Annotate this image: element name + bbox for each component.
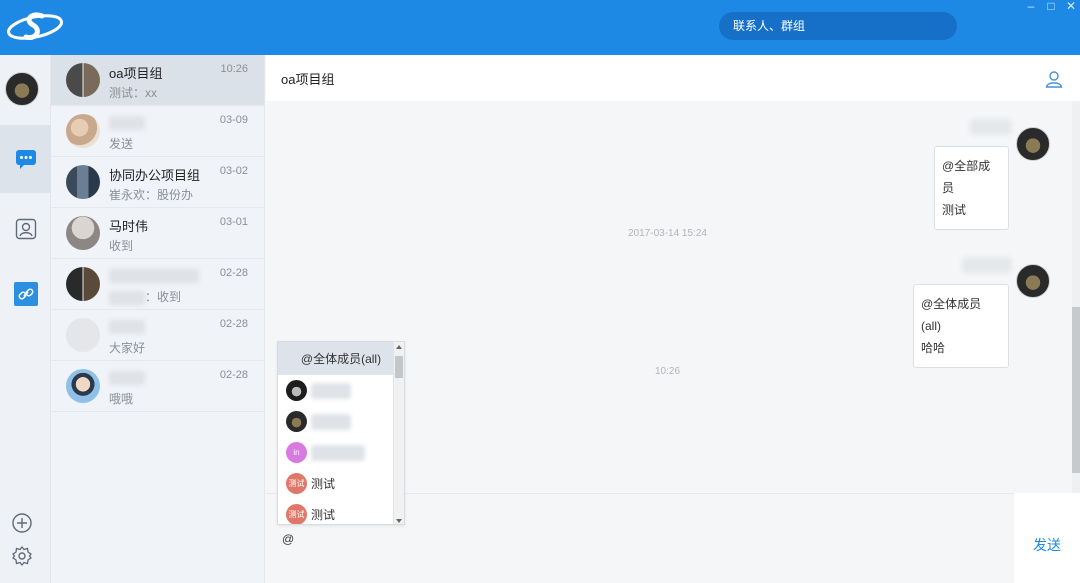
message-scrollbar[interactable]: [1072, 101, 1080, 493]
mention-label: 测试: [311, 477, 336, 491]
conversation-item[interactable]: 协同办公项目组 崔永欢：股份办 03-02: [51, 157, 264, 208]
mention-label: @全体成员(all): [300, 352, 382, 366]
mention-option[interactable]: in: [278, 437, 404, 468]
conversation-name-redacted: [109, 114, 145, 130]
conversation-name: 协同办公项目组: [109, 168, 201, 183]
group-avatar: [66, 165, 100, 199]
mention-avatar: [286, 380, 307, 401]
mention-scrollbar[interactable]: [393, 342, 404, 524]
sender-name-redacted: [962, 257, 1012, 273]
app-logo-icon: [7, 12, 63, 41]
contact-avatar: [66, 114, 100, 148]
message-bubble[interactable]: @全部成员 测试: [934, 146, 1009, 230]
contacts-icon: [15, 218, 36, 240]
mention-option[interactable]: [278, 406, 404, 437]
conversation-time: 02-28: [219, 318, 248, 330]
conversation-time: 03-09: [219, 114, 248, 126]
maximize-icon[interactable]: □: [1044, 0, 1058, 14]
group-avatar: [66, 267, 100, 301]
gear-icon[interactable]: [11, 545, 33, 567]
conversation-preview: 收到: [109, 239, 134, 253]
scroll-up-arrow-icon[interactable]: [396, 345, 402, 349]
mention-popup: @全体成员(all) in 测试 测试 测试 测试: [277, 341, 405, 525]
mention-avatar: 测试: [286, 473, 307, 494]
mention-name-redacted: [311, 382, 351, 399]
group-members-icon[interactable]: [1044, 69, 1064, 89]
title-bar: 联系人、群组 – □ ✕: [0, 0, 1080, 55]
message-bubble[interactable]: @全体成员(all) 哈哈: [913, 284, 1009, 368]
mention-option[interactable]: 测试 测试: [278, 468, 404, 499]
search-input[interactable]: 联系人、群组: [719, 12, 957, 40]
group-avatar: [66, 63, 100, 97]
conversation-name: 马时伟: [109, 219, 149, 234]
mention-avatar: [286, 411, 307, 432]
mention-avatar: 测试: [286, 504, 307, 524]
message-avatar: [1016, 127, 1050, 161]
nav-messages[interactable]: [0, 125, 51, 193]
conversation-time: 02-28: [219, 267, 248, 279]
conversation-name-redacted: [109, 369, 145, 385]
contact-avatar: [66, 216, 100, 250]
conversation-preview: 大家好: [109, 341, 146, 355]
message-avatar: [1016, 264, 1050, 298]
user-avatar[interactable]: [5, 72, 39, 106]
conversation-item[interactable]: oa项目组 测试：xx 10:26: [51, 55, 264, 106]
mention-name-redacted: [311, 413, 351, 430]
mention-name-redacted: [311, 444, 365, 461]
conversation-preview: 崔永欢：股份办: [109, 188, 194, 202]
conversation-item[interactable]: 马时伟 收到 03-01: [51, 208, 264, 259]
conversation-preview: 测试：xx: [109, 86, 158, 100]
scroll-down-arrow-icon[interactable]: [396, 519, 402, 523]
left-nav: [0, 55, 51, 583]
message-text: 测试: [942, 203, 967, 217]
link-icon: [13, 282, 38, 306]
conversation-preview: 发送: [109, 137, 134, 151]
conversation-name-redacted: [109, 267, 199, 283]
message-mention: @全体成员(all): [921, 297, 982, 333]
mention-label: 测试: [311, 508, 336, 522]
conversation-preview: ：收到: [109, 288, 181, 305]
sender-name-redacted: [970, 119, 1012, 135]
close-icon[interactable]: ✕: [1064, 0, 1078, 14]
conversation-item[interactable]: 哦哦 02-28: [51, 361, 264, 412]
conversation-time: 03-02: [219, 165, 248, 177]
mention-option[interactable]: [278, 375, 404, 406]
conversation-preview: 哦哦: [109, 392, 134, 406]
conversation-time: 03-01: [219, 216, 248, 228]
message-mention: @全部成员: [942, 159, 991, 195]
send-button[interactable]: 发送: [1033, 535, 1061, 555]
mention-avatar: in: [286, 442, 307, 463]
add-icon[interactable]: [11, 512, 33, 534]
mention-option-all[interactable]: @全体成员(all): [278, 342, 404, 375]
conversation-list: oa项目组 测试：xx 10:26 发送 03-09 协同办公项目组 崔永欢：股…: [51, 55, 265, 583]
message-timestamp: 2017-03-14 15:24: [628, 228, 707, 239]
conversation-time: 10:26: [220, 63, 248, 75]
group-avatar: [66, 318, 100, 352]
chat-header: oa项目组: [266, 55, 1080, 101]
conversation-item[interactable]: 大家好 02-28: [51, 310, 264, 361]
message-input-text[interactable]: @: [282, 532, 294, 546]
conversation-name: oa项目组: [109, 66, 163, 81]
chat-bubble-icon: [15, 150, 36, 169]
mention-option[interactable]: 测试 测试: [278, 499, 404, 524]
message-text: 哈哈: [921, 341, 946, 355]
send-panel: 发送: [1014, 493, 1080, 583]
conversation-item[interactable]: ：收到 02-28: [51, 259, 264, 310]
conversation-item[interactable]: 发送 03-09: [51, 106, 264, 157]
message-timestamp: 10:26: [655, 366, 681, 377]
scrollbar-thumb[interactable]: [1072, 307, 1080, 473]
scrollbar-thumb[interactable]: [395, 356, 403, 378]
minimize-icon[interactable]: –: [1024, 0, 1038, 14]
contact-avatar: [66, 369, 100, 403]
nav-links[interactable]: [0, 260, 51, 328]
chat-title: oa项目组: [281, 72, 335, 87]
conversation-time: 02-28: [219, 369, 248, 381]
nav-contacts[interactable]: [0, 195, 51, 263]
conversation-name-redacted: [109, 318, 145, 334]
